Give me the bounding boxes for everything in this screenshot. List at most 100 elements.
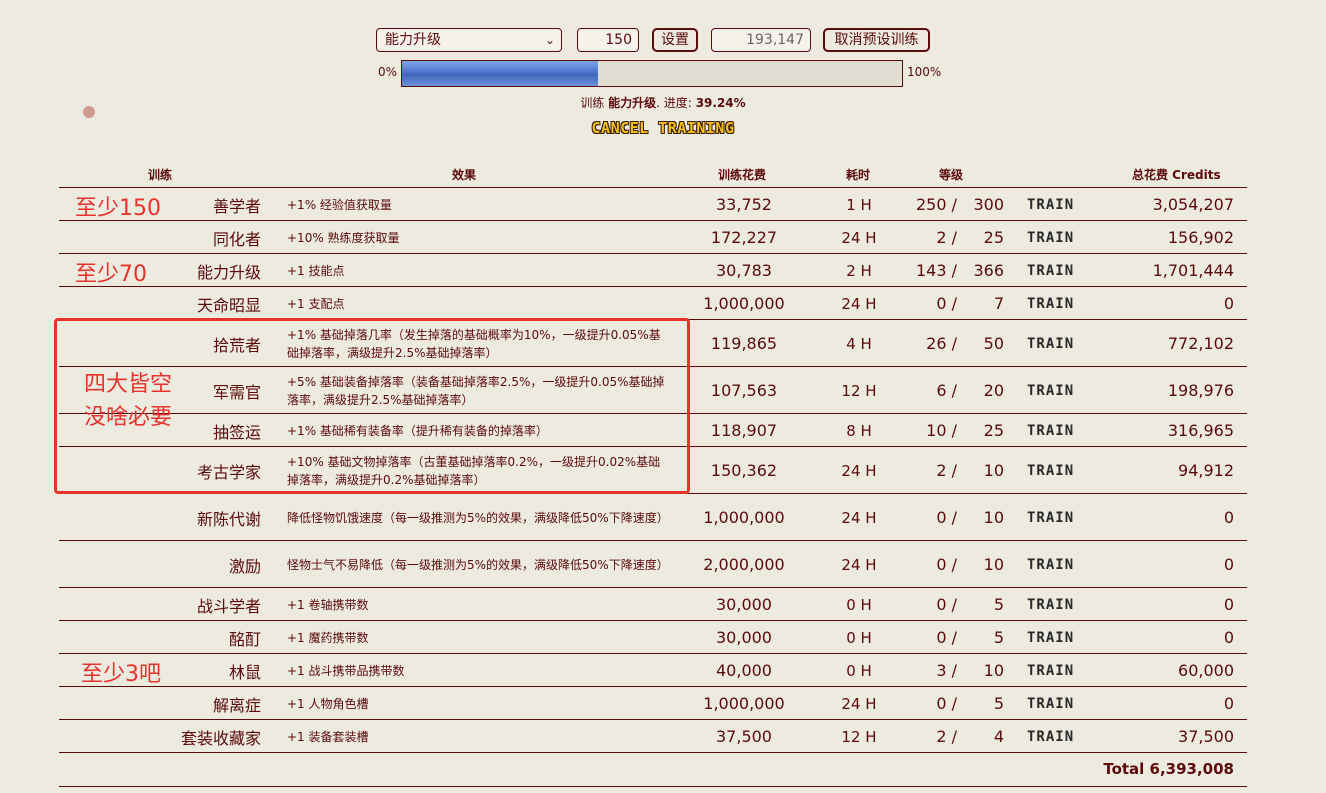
skill-max-level: 366 [973,261,1004,280]
skill-total-cost: 0 [1223,508,1234,527]
training-select[interactable]: 能力升级 ⌄ [376,28,562,52]
skill-max-level: 10 [983,461,1004,480]
skill-effect: +1 技能点 [287,263,345,278]
status-prefix: 训练 [580,96,605,110]
table-row: 林鼠 +1 战斗携带品携带数 40,000 0 H3 /10 TRAIN 60,000 [59,653,1247,687]
train-button[interactable]: TRAIN [1027,221,1087,254]
chevron-down-icon: ⌄ [544,33,555,47]
skill-total-cost: 94,912 [1178,461,1234,480]
skill-cost: 150,362 [710,461,778,480]
train-button[interactable]: TRAIN [1027,654,1087,687]
skill-max-level: 5 [993,628,1004,647]
train-button[interactable]: TRAIN [1027,287,1087,320]
cancel-training-button[interactable]: CANCEL TRAINING [0,119,1326,137]
train-button[interactable]: TRAIN [1027,188,1087,221]
table-row: 激励 怪物士气不易降低（每一级推测为5%的效果，满级降低50%下降速度） 2,000… [59,540,1247,588]
skill-effect: +1 人物角色槽 [287,696,369,711]
skill-time: 0 H [846,628,872,647]
skill-total-cost: 316,965 [1167,421,1234,440]
train-button[interactable]: TRAIN [1027,367,1087,414]
skill-effect: +1 支配点 [287,296,345,311]
skill-cost: 1,000,000 [703,294,785,313]
skill-max-level: 50 [983,334,1004,353]
skill-cost: 107,563 [710,381,778,400]
set-button[interactable]: 设置 [652,28,698,52]
skill-max-level: 4 [993,727,1004,746]
skill-level: 6 / [936,381,957,400]
skill-level: 3 / [936,661,957,680]
status-dot-icon [83,106,95,118]
skill-cost: 118,907 [710,421,778,440]
skill-cost: 30,783 [716,261,772,280]
skill-total-cost: 198,976 [1167,381,1234,400]
skill-cost: 172,227 [710,228,778,247]
skill-level: 0 / [936,294,957,313]
train-button[interactable]: TRAIN [1027,254,1087,287]
skill-effect: 怪物士气不易降低（每一级推测为5%的效果，满级降低50%下降速度） [287,557,669,572]
train-button[interactable]: TRAIN [1027,494,1087,541]
header-effect: 效果 [452,168,477,182]
skill-total-cost: 0 [1223,555,1234,574]
skill-total-cost: 156,902 [1167,228,1234,247]
skill-effect: +1% 经验值获取量 [287,197,392,212]
quantity-input[interactable]: 150 [577,28,639,52]
skill-cost: 30,000 [716,595,772,614]
skill-cost: 1,000,000 [703,694,785,713]
train-button[interactable]: TRAIN [1027,414,1087,447]
skill-max-level: 25 [983,421,1004,440]
skill-max-level: 10 [983,555,1004,574]
status-skill: 能力升级 [608,96,657,110]
skill-total-cost: 1,701,444 [1152,261,1234,280]
table-row-divider [59,752,1247,753]
train-button[interactable]: TRAIN [1027,320,1087,367]
progress-fill [402,61,599,86]
train-button[interactable]: TRAIN [1027,447,1087,494]
header-total: 总花费 Credits [1132,168,1221,182]
skill-time: 24 H [841,461,877,480]
skill-max-level: 20 [983,381,1004,400]
skill-total-cost: 772,102 [1167,334,1234,353]
skill-level: 26 / [926,334,957,353]
skill-effect: +1 卷轴携带数 [287,597,369,612]
header-time: 耗时 [846,168,871,182]
table-row: 战斗学者 +1 卷轴携带数 30,000 0 H 0 / 5 TRAIN 0 [59,587,1247,621]
skill-total-cost: 60,000 [1178,661,1234,680]
header-level: 等级 [939,168,964,182]
skill-cost: 119,865 [710,334,778,353]
skill-time: 0 H [846,661,872,680]
skill-name: 天命昭显 [196,295,261,315]
skill-cost: 1,000,000 [703,508,785,527]
annotation-note-line2: 没啥必要 [84,405,173,430]
skill-effect: +1 魔药携带数 [287,630,369,645]
train-button[interactable]: TRAIN [1027,541,1087,588]
skill-level: 250 / [915,195,957,214]
skill-time: 24 H [841,508,877,527]
skill-level: 143 / [915,261,957,280]
skill-time: 24 H [841,694,877,713]
train-button[interactable]: TRAIN [1027,621,1087,654]
skill-max-level: 5 [993,694,1004,713]
table-bottom-divider [59,786,1247,787]
skill-total-cost: 0 [1223,628,1234,647]
train-button[interactable]: TRAIN [1027,687,1087,720]
skill-name: 同化者 [212,229,261,249]
annotation-note-line1: 四大皆空 [84,372,173,397]
skill-level: 2 / [936,228,957,247]
header-cost: 训练花费 [718,168,767,182]
skill-max-level: 10 [983,508,1004,527]
skill-cost: 40,000 [716,661,772,680]
skill-level: 0 / [936,508,957,527]
skill-time: 1 H [846,195,872,214]
skill-name: 酩酊 [228,629,261,649]
skill-max-level: 10 [983,661,1004,680]
skill-level: 0 / [936,694,957,713]
header-train: 训练 [148,168,173,182]
train-button[interactable]: TRAIN [1027,588,1087,621]
status-mid: . 进度: [656,96,692,110]
skill-time: 24 H [841,294,877,313]
cancel-preset-button[interactable]: 取消预设训练 [823,28,930,52]
skill-time: 12 H [841,381,877,400]
skill-cost: 2,000,000 [703,555,785,574]
train-button[interactable]: TRAIN [1027,720,1087,753]
grand-total: Total 6,393,008 [1103,760,1234,778]
